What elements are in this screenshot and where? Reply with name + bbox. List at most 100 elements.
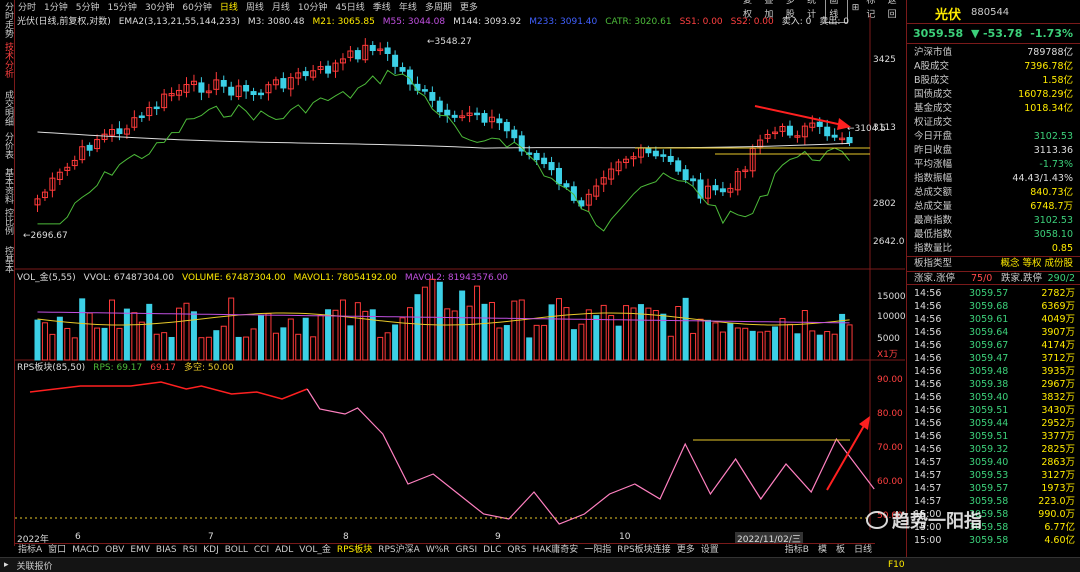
indicator-tab-8[interactable]: BOLL (222, 544, 251, 557)
indicator-tab-6[interactable]: RSI (180, 544, 201, 557)
sidebar-tab-4[interactable]: 基本资料 (2, 168, 13, 204)
price-axis-label: 2642.0 (873, 237, 905, 247)
volume-bar (585, 309, 592, 361)
rps-axis-label: 90.00 (877, 375, 903, 385)
volume-bar (272, 332, 279, 361)
tick-row: 14:56 3059.57 2782万 (907, 288, 1080, 300)
tick-row: 14:57 3059.57 1973万 (907, 483, 1080, 495)
sidebar-tab-3[interactable]: 分价表 (2, 132, 13, 159)
volume-bar (138, 321, 145, 361)
candle-body (451, 114, 458, 118)
indicator-tab-19[interactable]: 一阳指 (581, 544, 614, 557)
stat-value: 1018.34亿 (1024, 103, 1073, 114)
volume-bar (518, 299, 525, 361)
indicator-tab-2[interactable]: MACD (69, 544, 102, 557)
candle-body (198, 82, 205, 93)
bottom-right-tab-0[interactable]: 指标B (782, 544, 812, 557)
candle-body (474, 112, 481, 116)
tick-price: 3059.57 (969, 483, 1009, 494)
sidebar-tab-1[interactable]: 技术分析 (2, 42, 13, 78)
tick-price: 3059.32 (969, 444, 1009, 455)
indicator-tab-22[interactable]: 设置 (698, 544, 722, 557)
volume-bar (786, 323, 793, 361)
indicator-tab-18[interactable]: HAK庸奇安 (529, 544, 581, 557)
bottom-right-tab-2[interactable]: 板 (833, 544, 848, 557)
volume-bar (384, 332, 391, 361)
indicator-tab-12[interactable]: RPS板块 (334, 544, 375, 557)
indicator-tab-10[interactable]: ADL (272, 544, 296, 557)
indicator-tab-0[interactable]: 指标A (15, 544, 45, 557)
tick-volume: 990.0万 (1038, 509, 1075, 520)
indicator-tab-11[interactable]: VOL_金 (296, 544, 334, 557)
volume-bar (846, 324, 853, 361)
stat-row: 最高指数 3102.53 (907, 214, 1080, 228)
low-annotation: ←2696.67 (23, 231, 68, 241)
down-label: 跌家.跌停 (1001, 273, 1043, 284)
stat-label: 平均涨幅 (914, 159, 953, 170)
candle-body (414, 83, 421, 91)
quote-pct: -1.73% (1030, 27, 1073, 40)
x-axis: 2022年 6 7 8 9 10 2022/11/02/三 (15, 530, 875, 545)
sidebar-tab-2[interactable]: 成交明细 (2, 90, 13, 126)
tick-volume: 2782万 (1041, 288, 1075, 299)
volume-bar (690, 332, 697, 361)
statusbar-text[interactable]: 关联报价 (17, 559, 53, 572)
indicator-tab-16[interactable]: DLC (480, 544, 504, 557)
candle-body (690, 178, 697, 182)
tick-row: 15:00 3059.58 4.60亿 (907, 535, 1080, 547)
chart-canvas[interactable]: 3425311328022642.015000100005000X1万90.00… (15, 14, 905, 532)
tick-volume: 3377万 (1041, 431, 1075, 442)
stat-row: 基金成交 1018.34亿 (907, 102, 1080, 116)
indicator-tab-1[interactable]: 窗口 (45, 544, 69, 557)
bottom-right-tab-1[interactable]: 模 (815, 544, 830, 557)
x-label: 7 (208, 532, 214, 542)
stat-row: 最低指数 3058.10 (907, 228, 1080, 242)
volume-bar (637, 304, 644, 361)
volume-bar (548, 304, 555, 361)
tick-row: 14:56 3059.32 2825万 (907, 444, 1080, 456)
volume-bar (697, 318, 704, 361)
volume-bar (146, 303, 153, 361)
indicator-tab-21[interactable]: 更多 (674, 544, 698, 557)
stat-value: 0.85 (1051, 243, 1073, 254)
price-axis-label: 3425 (873, 55, 896, 65)
statusbar-key[interactable]: F10 (888, 560, 905, 570)
sidebar-tab-0[interactable]: 分时走势 (2, 2, 13, 38)
volume-bar (265, 313, 272, 361)
indicator-tabs: 指标A 窗口 MACD OBV EMV BIAS RSI KDJ BOLL CCI ADL VOL_金… (15, 543, 875, 557)
tick-volume: 2967万 (1041, 379, 1075, 390)
tick-time: 14:56 (914, 418, 942, 429)
tick-volume: 2825万 (1041, 444, 1075, 455)
indicator-tab-13[interactable]: RPS沪深A (375, 544, 423, 557)
indicator-tab-20[interactable]: RPS板块连接 (614, 544, 673, 557)
indicator-tab-9[interactable]: CCI (251, 544, 272, 557)
volume-bar (79, 298, 86, 361)
tick-time: 14:56 (914, 327, 942, 338)
indicator-tab-15[interactable]: GRSI (453, 544, 481, 557)
quote-name: 光伏 (935, 8, 962, 23)
tick-time: 14:56 (914, 431, 942, 442)
sector-value[interactable]: 概念 等权 成份股 (1000, 257, 1073, 271)
stat-row: 指数量比 0.85 (907, 242, 1080, 256)
candle-body (243, 84, 250, 92)
bottom-right-tab-3[interactable]: 日线 (851, 544, 875, 557)
stat-label: 国债成交 (914, 89, 953, 100)
indicator-tab-4[interactable]: EMV (127, 544, 153, 557)
indicator-tab-5[interactable]: BIAS (153, 544, 180, 557)
indicator-tab-7[interactable]: KDJ (200, 544, 222, 557)
stat-row: 国债成交 16078.29亿 (907, 88, 1080, 102)
plus-box-icon[interactable]: ⊞ (849, 1, 863, 15)
rps-axis-label: 70.00 (877, 443, 903, 453)
indicator-tab-14[interactable]: W%R (423, 544, 453, 557)
candle-body (548, 162, 555, 171)
sidebar-tab-6[interactable]: 控基本 (2, 246, 13, 273)
sidebar-tab-5[interactable]: 控比例 (2, 208, 13, 235)
indicator-tab-3[interactable]: OBV (102, 544, 127, 557)
tick-price: 3059.57 (969, 288, 1009, 299)
tick-time: 14:57 (914, 457, 942, 468)
indicator-tab-17[interactable]: QRS (504, 544, 529, 557)
candle-body (325, 65, 332, 74)
stat-label: 最高指数 (914, 215, 953, 226)
tick-volume: 4174万 (1041, 340, 1075, 351)
stat-value: 6748.7万 (1030, 201, 1073, 212)
